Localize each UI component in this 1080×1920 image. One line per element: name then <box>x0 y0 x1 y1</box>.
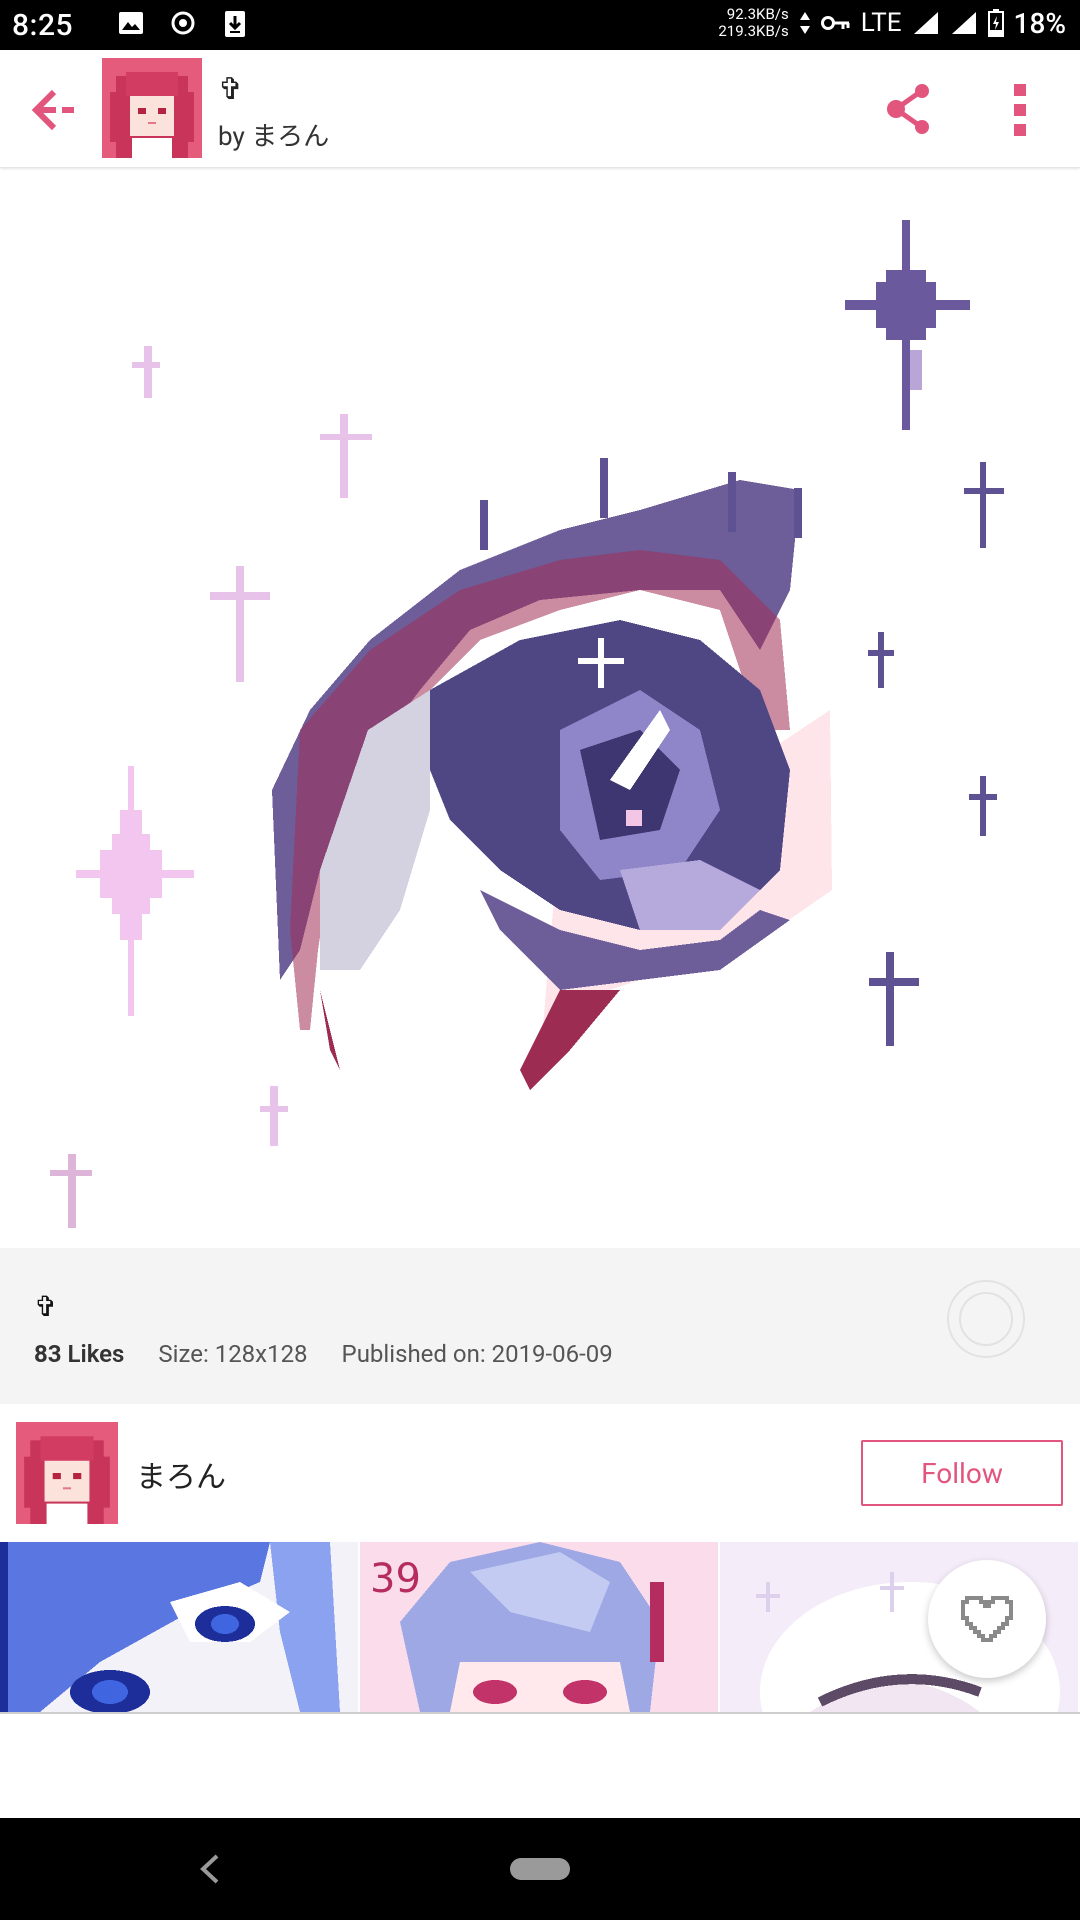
likes-label: Likes <box>67 1340 125 1368</box>
pink-sparkle <box>76 766 194 1016</box>
notification-icons <box>118 10 248 38</box>
signal-icon <box>913 12 938 34</box>
battery-icon <box>987 9 1004 37</box>
more-vert-icon[interactable] <box>1000 80 1040 140</box>
image-icon <box>119 12 143 34</box>
artwork-canvas[interactable] <box>0 170 1080 1248</box>
thumbnail-2[interactable]: 39 <box>360 1542 718 1712</box>
likes-stat[interactable]: 83 Likes <box>34 1340 124 1368</box>
thumbnail-1[interactable] <box>0 1542 358 1712</box>
author-avatar[interactable] <box>16 1422 118 1524</box>
app-bar: ✞ by まろん <box>0 50 1080 168</box>
network-type: LTE <box>860 8 902 38</box>
heart-outline-icon <box>961 1596 1013 1642</box>
artwork-meta: 83 Likes Size: 128x128 Published on: 201… <box>34 1340 613 1368</box>
purple-crosses <box>868 462 1004 1046</box>
status-time: 8:25 <box>12 8 74 43</box>
net-speed: 92.3KB/s 219.3KB/s <box>718 5 789 40</box>
artwork-title: ✞ <box>34 1290 58 1323</box>
follow-button[interactable]: Follow <box>861 1440 1063 1506</box>
artwork-size: Size: 128x128 <box>158 1340 308 1368</box>
published-date: Published on: 2019-06-09 <box>341 1340 613 1368</box>
back-arrow-icon[interactable] <box>26 80 86 140</box>
signal-icon-2 <box>951 12 976 34</box>
artwork-info-panel: ✞ 83 Likes Size: 128x128 Published on: 2… <box>0 1248 1080 1404</box>
more-by-author-thumbnails: 39 <box>0 1542 1080 1712</box>
nav-home-pill[interactable] <box>510 1858 570 1880</box>
vpn-key-icon <box>820 16 850 30</box>
updown-arrow-icon <box>799 12 810 34</box>
svg-text:39: 39 <box>370 1556 421 1602</box>
loading-ring-icon <box>947 1280 1025 1358</box>
likes-count: 83 <box>34 1340 62 1368</box>
thumbnails-divider <box>0 1712 1080 1714</box>
artwork-image <box>50 220 1004 1228</box>
header-avatar[interactable] <box>102 58 202 158</box>
eye <box>272 458 832 1090</box>
header-title: ✞ <box>218 72 244 107</box>
share-icon[interactable] <box>880 80 938 138</box>
app-notification-icon <box>171 11 195 35</box>
system-nav-bar <box>0 1818 1080 1920</box>
author-name[interactable]: まろん <box>136 1452 226 1496</box>
download-icon <box>225 11 245 37</box>
battery-percent: 18% <box>1013 6 1066 40</box>
header-author[interactable]: by まろん <box>218 116 329 153</box>
big-purple-sparkle <box>845 220 970 430</box>
nav-back-icon[interactable] <box>195 1852 225 1886</box>
author-row: まろん Follow <box>0 1404 1080 1542</box>
status-bar: 8:25 92.3KB/s 219.3KB/s LTE 18% <box>0 0 1080 50</box>
status-right: 92.3KB/s 219.3KB/s LTE 18% <box>718 6 1066 40</box>
like-button[interactable] <box>928 1560 1046 1678</box>
